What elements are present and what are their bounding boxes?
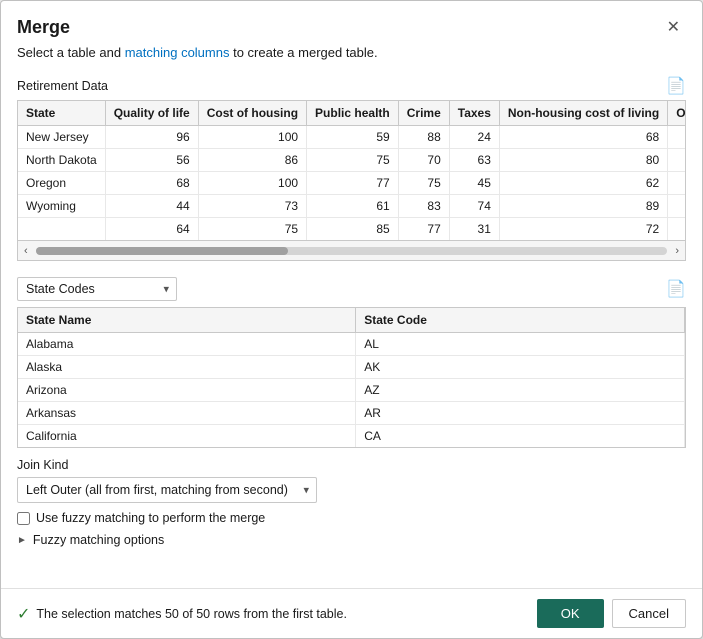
table-row: Arizona AZ	[18, 379, 685, 402]
fuzzy-matching-checkbox[interactable]	[17, 512, 30, 525]
cell-state-code: AZ	[356, 379, 685, 402]
scroll-track[interactable]	[36, 247, 668, 255]
footer-status: ✓ The selection matches 50 of 50 rows fr…	[17, 604, 347, 624]
table-row: Alaska AK	[18, 356, 685, 379]
merge-dialog: Merge ✕ Select a table and matching colu…	[0, 0, 703, 639]
col-nonhousing[interactable]: Non-housing cost of living	[499, 101, 667, 126]
col-taxes[interactable]: Taxes	[449, 101, 499, 126]
cell-state-code: AR	[356, 402, 685, 425]
first-table: State Quality of life Cost of housing Pu…	[18, 101, 686, 240]
cell-state[interactable]: North Dakota	[18, 149, 105, 172]
scroll-thumb	[36, 247, 289, 255]
cell-state[interactable]	[18, 218, 105, 241]
cell-state[interactable]: Oregon	[18, 172, 105, 195]
join-kind-select[interactable]: Left Outer (all from first, matching fro…	[17, 477, 317, 503]
fuzzy-options-row[interactable]: ► Fuzzy matching options	[1, 529, 702, 555]
status-text: The selection matches 50 of 50 rows from…	[36, 607, 347, 621]
col-ov[interactable]: Ov	[668, 101, 686, 126]
fuzzy-matching-label[interactable]: Use fuzzy matching to perform the merge	[36, 511, 265, 525]
scroll-left-arrow[interactable]: ‹	[20, 245, 32, 257]
dialog-footer: ✓ The selection matches 50 of 50 rows fr…	[1, 588, 702, 638]
cell-state-code: CA	[356, 425, 685, 448]
second-table-dropdown-wrapper: State Codes	[17, 277, 177, 301]
cell-state-name[interactable]: Alaska	[18, 356, 356, 379]
col-crime[interactable]: Crime	[398, 101, 449, 126]
dialog-subtitle: Select a table and matching columns to c…	[1, 45, 702, 72]
dialog-title: Merge	[17, 17, 70, 38]
cancel-button[interactable]: Cancel	[612, 599, 686, 628]
table-row: New Jersey 96 100 59 88 24 68	[18, 126, 686, 149]
col-state-name[interactable]: State Name	[18, 308, 356, 333]
col-quality[interactable]: Quality of life	[105, 101, 198, 126]
cell-state[interactable]: Wyoming	[18, 195, 105, 218]
join-kind-dropdown-wrapper: Left Outer (all from first, matching fro…	[17, 477, 317, 503]
ok-button[interactable]: OK	[537, 599, 604, 628]
table-row: Wyoming 44 73 61 83 74 89	[18, 195, 686, 218]
dialog-header: Merge ✕	[1, 1, 702, 45]
join-kind-label: Join Kind	[17, 458, 686, 472]
cell-state-name[interactable]: Alabama	[18, 333, 356, 356]
first-table-doc-icon[interactable]: 📄	[666, 76, 686, 96]
first-table-scrollbar[interactable]: ‹ ›	[18, 240, 685, 260]
first-table-header-row: State Quality of life Cost of housing Pu…	[18, 101, 686, 126]
cell-state-name[interactable]: California	[18, 425, 356, 448]
cell-state[interactable]: New Jersey	[18, 126, 105, 149]
table-row: 64 75 85 77 31 72	[18, 218, 686, 241]
cell-state-code: AL	[356, 333, 685, 356]
second-table-container: State Name State Code Alabama AL Alaska …	[17, 307, 686, 448]
table-row: California CA	[18, 425, 685, 448]
footer-buttons: OK Cancel	[537, 599, 686, 628]
check-icon: ✓	[17, 604, 30, 624]
second-table-dropdown-row: State Codes 📄	[1, 271, 702, 307]
table-row: North Dakota 56 86 75 70 63 80	[18, 149, 686, 172]
first-table-container: State Quality of life Cost of housing Pu…	[17, 100, 686, 261]
cell-state-code: AK	[356, 356, 685, 379]
table-row: Arkansas AR	[18, 402, 685, 425]
expand-icon: ►	[17, 535, 27, 546]
col-state-code[interactable]: State Code	[356, 308, 685, 333]
fuzzy-options-label: Fuzzy matching options	[33, 533, 164, 547]
second-table-select[interactable]: State Codes	[17, 277, 177, 301]
first-table-label: Retirement Data 📄	[1, 72, 702, 100]
second-table-doc-icon[interactable]: 📄	[666, 279, 686, 299]
scroll-right-arrow[interactable]: ›	[671, 245, 683, 257]
second-table-header-row: State Name State Code	[18, 308, 685, 333]
col-housing[interactable]: Cost of housing	[198, 101, 306, 126]
second-table: State Name State Code Alabama AL Alaska …	[18, 308, 685, 447]
col-public[interactable]: Public health	[307, 101, 399, 126]
section-divider-1	[1, 261, 702, 271]
matching-columns-link[interactable]: matching columns	[125, 45, 230, 60]
table-row: Alabama AL	[18, 333, 685, 356]
cell-state-name[interactable]: Arizona	[18, 379, 356, 402]
cell-state-name[interactable]: Arkansas	[18, 402, 356, 425]
close-button[interactable]: ✕	[661, 15, 686, 39]
table-row: Oregon 68 100 77 75 45 62	[18, 172, 686, 195]
join-kind-section: Join Kind Left Outer (all from first, ma…	[1, 448, 702, 503]
col-state[interactable]: State	[18, 101, 105, 126]
fuzzy-matching-row: Use fuzzy matching to perform the merge	[1, 503, 702, 529]
